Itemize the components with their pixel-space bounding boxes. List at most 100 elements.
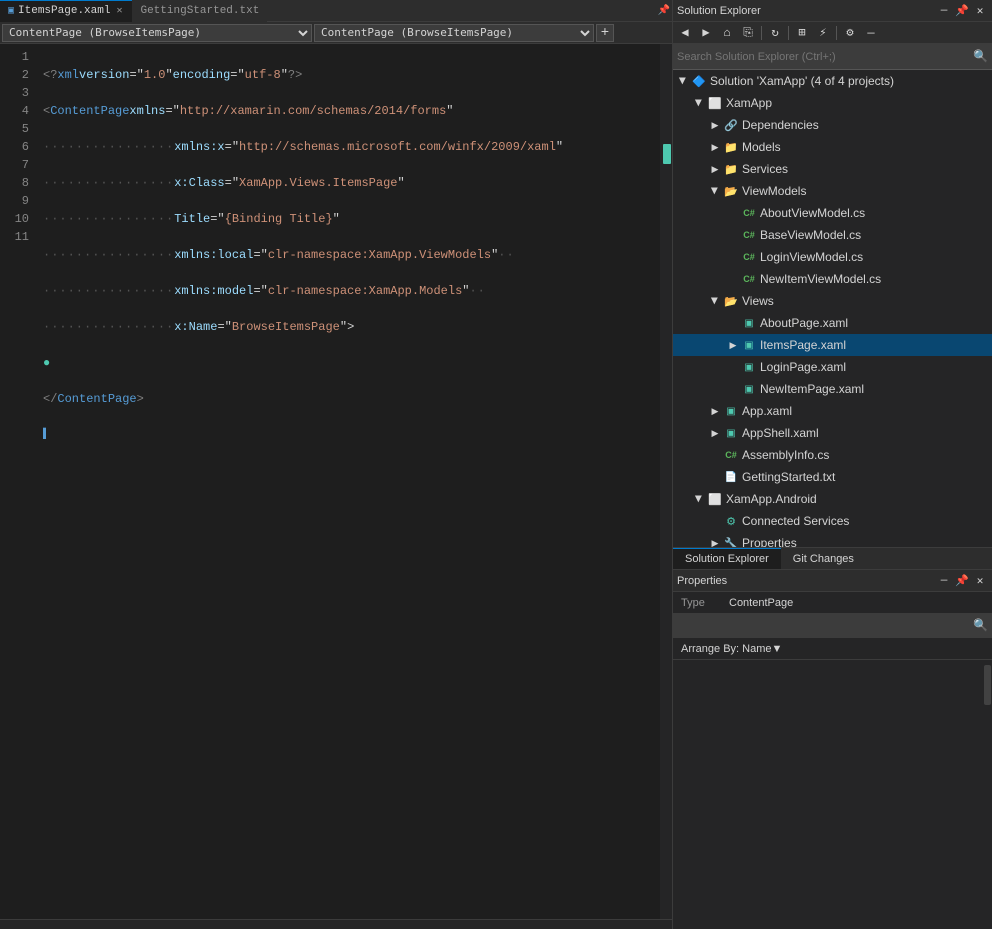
- tree-item-appshell[interactable]: ▶ ▣ AppShell.xaml: [673, 422, 992, 444]
- appshell-label: AppShell.xaml: [742, 426, 819, 440]
- tree-item-itemspage[interactable]: ▶ ▣ ItemsPage.xaml: [673, 334, 992, 356]
- code-line-8: ················x:Name="BrowseItemsPage"…: [35, 318, 660, 336]
- properties-search-icon: 🔍: [973, 618, 988, 633]
- tree-item-models[interactable]: ▶ 📁 Models: [673, 136, 992, 158]
- tree-item-services[interactable]: ▶ 📁 Services: [673, 158, 992, 180]
- se-minimize-btn[interactable]: —: [936, 3, 952, 19]
- back-btn[interactable]: ◀: [675, 24, 695, 42]
- editor-tab-bar: ▣ ItemsPage.xaml ✕ GettingStarted.txt 📌: [0, 0, 672, 22]
- itemspage-label: ItemsPage.xaml: [760, 338, 846, 352]
- class-dropdown-right[interactable]: ContentPage (BrowseItemsPage): [314, 24, 594, 42]
- solution-explorer-tree[interactable]: ▶ 🔷 Solution 'XamApp' (4 of 4 projects) …: [673, 70, 992, 547]
- search-icon: 🔍: [973, 49, 988, 64]
- props-pin-btn[interactable]: 📌: [954, 573, 970, 589]
- tree-item-dependencies[interactable]: ▶ 🔗 Dependencies: [673, 114, 992, 136]
- filter-btn[interactable]: ⚡: [813, 24, 833, 42]
- home-btn[interactable]: ⌂: [717, 24, 737, 42]
- editor-pin-btn[interactable]: 📌: [656, 3, 672, 19]
- models-arrow: ▶: [707, 139, 723, 155]
- tree-item-aboutviewmodel[interactable]: ▶ C# AboutViewModel.cs: [673, 202, 992, 224]
- tree-item-properties[interactable]: ▶ 🔧 Properties: [673, 532, 992, 547]
- android-arrow: ▶: [691, 491, 707, 507]
- properties-title: Properties: [677, 575, 727, 587]
- se-close-btn[interactable]: ✕: [972, 3, 988, 19]
- se-pin-btn[interactable]: 📌: [954, 3, 970, 19]
- basevm-icon: C#: [741, 227, 757, 243]
- tab-itemspage-label: ItemsPage.xaml: [18, 5, 110, 17]
- line-numbers: 1 2 3 4 5 6 7 8 9 10 11: [0, 44, 35, 919]
- props-scrollbar-thumb: [984, 665, 991, 705]
- android-label: XamApp.Android: [726, 492, 817, 506]
- tree-item-newitemviewmodel[interactable]: ▶ C# NewItemViewModel.cs: [673, 268, 992, 290]
- tree-item-assemblyinfo[interactable]: ▶ C# AssemblyInfo.cs: [673, 444, 992, 466]
- settings-btn[interactable]: ⚙: [840, 24, 860, 42]
- code-line-5: ················Title="{Binding Title}": [35, 210, 660, 228]
- connected-label: Connected Services: [742, 514, 849, 528]
- aboutvm-label: AboutViewModel.cs: [760, 206, 865, 220]
- itemspage-arrow: ▶: [725, 337, 741, 353]
- deps-icon: 🔗: [723, 117, 739, 133]
- xamapp-arrow: ▶: [691, 95, 707, 111]
- props-type-value: ContentPage: [729, 597, 793, 609]
- services-arrow: ▶: [707, 161, 723, 177]
- props-arrange-row: Arrange By: Name ▼: [673, 638, 992, 660]
- properties-header-icons: — 📌 ✕: [936, 573, 988, 589]
- newitempage-label: NewItemPage.xaml: [760, 382, 864, 396]
- properties-search-input[interactable]: [677, 620, 973, 632]
- aboutpage-icon: ▣: [741, 315, 757, 331]
- tree-item-gettingstarted[interactable]: ▶ 📄 GettingStarted.txt: [673, 466, 992, 488]
- code-editor[interactable]: <?xml version="1.0" encoding="utf-8"?> <…: [35, 44, 660, 919]
- tree-item-loginviewmodel[interactable]: ▶ C# LoginViewModel.cs: [673, 246, 992, 268]
- views-arrow: ▶: [707, 293, 723, 309]
- collapse-btn[interactable]: —: [861, 24, 881, 42]
- tab-itemspage-close[interactable]: ✕: [114, 5, 124, 17]
- properties-search: 🔍: [673, 614, 992, 638]
- tree-item-baseviewmodel[interactable]: ▶ C# BaseViewModel.cs: [673, 224, 992, 246]
- loginvm-label: LoginViewModel.cs: [760, 250, 863, 264]
- tree-item-solution[interactable]: ▶ 🔷 Solution 'XamApp' (4 of 4 projects): [673, 70, 992, 92]
- props-arrange-dropdown[interactable]: ▼: [771, 643, 782, 655]
- forward-btn[interactable]: ▶: [696, 24, 716, 42]
- tree-item-app[interactable]: ▶ ▣ App.xaml: [673, 400, 992, 422]
- class-dropdown-left[interactable]: ContentPage (BrowseItemsPage): [2, 24, 312, 42]
- properties-panel: Properties — 📌 ✕ Type ContentPage 🔍 Arra…: [673, 569, 992, 929]
- add-member-btn[interactable]: +: [596, 24, 614, 42]
- solution-explorer-bottom-tab[interactable]: Solution Explorer: [673, 548, 781, 570]
- code-line-3: ················xmlns:x="http://schemas.…: [35, 138, 660, 156]
- tree-item-loginpage[interactable]: ▶ ▣ LoginPage.xaml: [673, 356, 992, 378]
- app-label: App.xaml: [742, 404, 792, 418]
- git-changes-bottom-tab[interactable]: Git Changes: [781, 548, 866, 570]
- solution-explorer-bottom-label: Solution Explorer: [685, 553, 769, 565]
- code-line-10: </ContentPage>: [35, 390, 660, 408]
- loginpage-icon: ▣: [741, 359, 757, 375]
- viewmodels-label: ViewModels: [742, 184, 806, 198]
- props-minimize-btn[interactable]: —: [936, 573, 952, 589]
- code-area[interactable]: 1 2 3 4 5 6 7 8 9 10 11 <?xml version="1…: [0, 44, 672, 919]
- services-label: Services: [742, 162, 788, 176]
- tree-item-newitempage[interactable]: ▶ ▣ NewItemPage.xaml: [673, 378, 992, 400]
- tab-gettingstarted[interactable]: GettingStarted.txt: [132, 0, 267, 22]
- copy-btn[interactable]: ⎘: [738, 24, 758, 42]
- tree-item-aboutpage[interactable]: ▶ ▣ AboutPage.xaml: [673, 312, 992, 334]
- editor-panel: ▣ ItemsPage.xaml ✕ GettingStarted.txt 📌 …: [0, 0, 673, 929]
- solution-arrow: ▶: [675, 73, 691, 89]
- props-close-btn[interactable]: ✕: [972, 573, 988, 589]
- services-icon: 📁: [723, 161, 739, 177]
- tree-item-viewmodels[interactable]: ▶ 📂 ViewModels: [673, 180, 992, 202]
- show-all-btn[interactable]: ⊞: [792, 24, 812, 42]
- tree-item-connected-services[interactable]: ▶ ⚙ Connected Services: [673, 510, 992, 532]
- solution-explorer-search-input[interactable]: [677, 51, 973, 63]
- tree-item-xamapp[interactable]: ▶ ⬜ XamApp: [673, 92, 992, 114]
- app-icon: ▣: [723, 403, 739, 419]
- loginvm-icon: C#: [741, 249, 757, 265]
- viewmodels-icon: 📂: [723, 183, 739, 199]
- tab-itemspage[interactable]: ▣ ItemsPage.xaml ✕: [0, 0, 132, 22]
- props-v-scrollbar[interactable]: [982, 660, 992, 929]
- h-scrollbar[interactable]: [0, 919, 672, 929]
- newitempage-icon: ▣: [741, 381, 757, 397]
- tree-item-views[interactable]: ▶ 📂 Views: [673, 290, 992, 312]
- tree-item-xamapp-android[interactable]: ▶ ⬜ XamApp.Android: [673, 488, 992, 510]
- refresh-btn[interactable]: ↻: [765, 24, 785, 42]
- solution-label: Solution 'XamApp' (4 of 4 projects): [710, 74, 894, 88]
- newitemvm-label: NewItemViewModel.cs: [760, 272, 881, 286]
